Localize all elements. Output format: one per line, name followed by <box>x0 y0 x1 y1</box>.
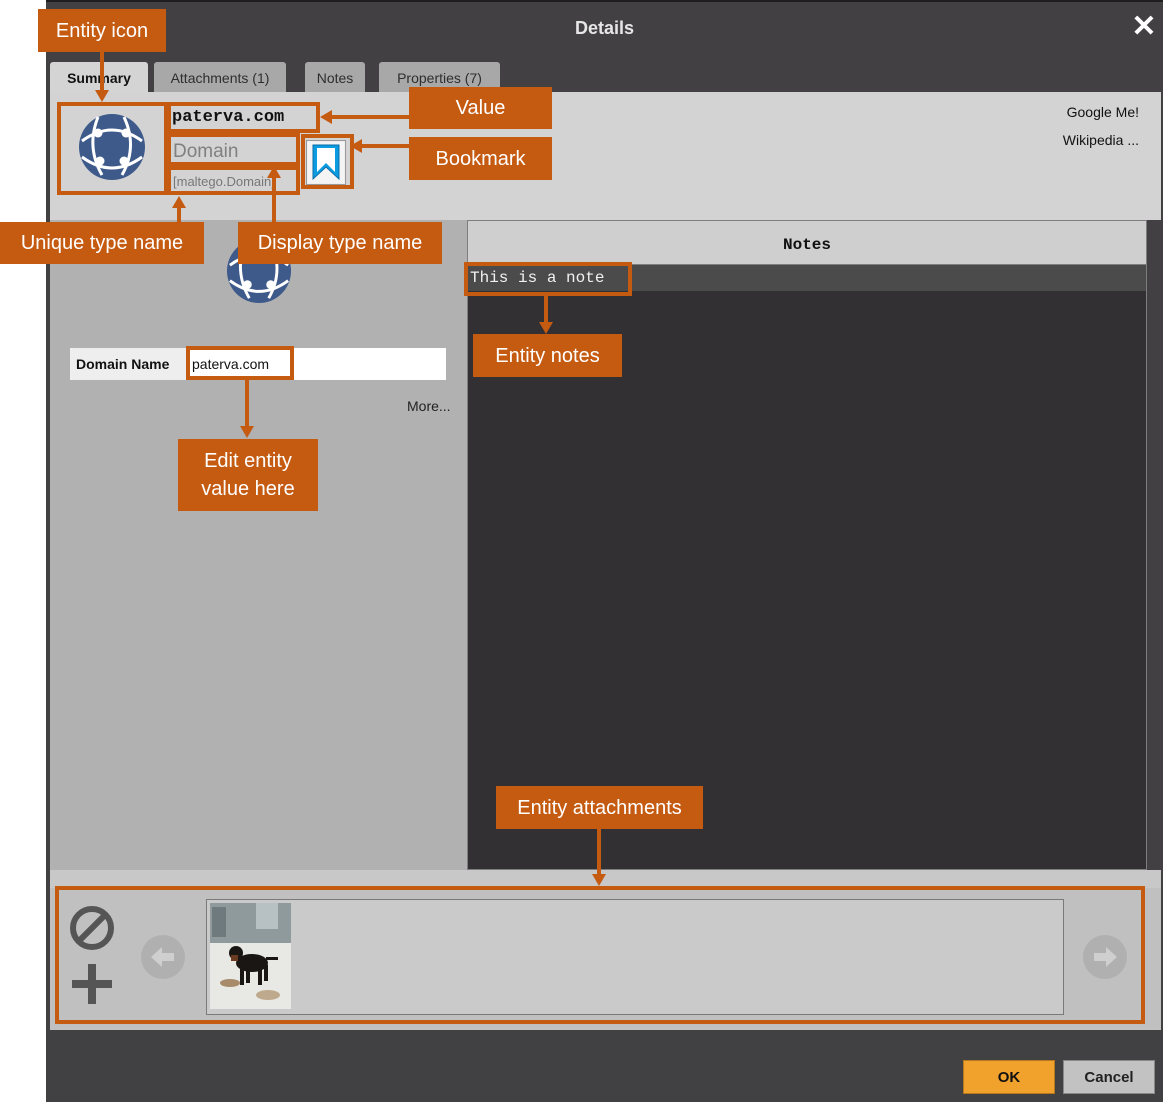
callout-edit-value: Edit entity value here <box>178 439 318 511</box>
callout-entity-attachments: Entity attachments <box>496 786 703 829</box>
callout-value: Value <box>409 87 552 129</box>
dialog-title: Details <box>574 18 635 38</box>
highlight-note <box>464 262 632 296</box>
tab-notes[interactable]: Notes <box>305 62 365 92</box>
highlight-unique-type <box>167 166 300 195</box>
tab-summary[interactable]: Summary <box>50 62 148 92</box>
callout-entity-notes: Entity notes <box>473 334 622 377</box>
highlight-bookmark <box>301 134 354 189</box>
callout-unique-type-name: Unique type name <box>0 222 204 264</box>
more-link[interactable]: More... <box>407 398 451 414</box>
highlight-attachments <box>55 886 1145 1024</box>
wikipedia-link[interactable]: Wikipedia ... <box>1063 132 1139 148</box>
notes-panel: Notes This is a note <box>467 220 1147 870</box>
highlight-value <box>167 102 320 133</box>
notes-header: Notes <box>468 221 1146 265</box>
cancel-button[interactable]: Cancel <box>1063 1060 1155 1094</box>
ok-button[interactable]: OK <box>963 1060 1055 1094</box>
highlight-domain-input <box>186 346 294 380</box>
close-icon[interactable]: ✕ <box>1131 12 1157 42</box>
callout-entity-icon: Entity icon <box>38 9 166 52</box>
callout-display-type-name: Display type name <box>238 222 442 264</box>
tab-attachments[interactable]: Attachments (1) <box>154 62 286 92</box>
google-me-link[interactable]: Google Me! <box>1067 104 1139 120</box>
title-bar[interactable]: Details ✕ <box>46 2 1163 58</box>
highlight-display-type <box>167 133 300 166</box>
highlight-entity-icon <box>57 102 168 195</box>
properties-panel <box>50 220 467 870</box>
property-label: Domain Name <box>70 348 186 380</box>
callout-bookmark: Bookmark <box>409 137 552 180</box>
